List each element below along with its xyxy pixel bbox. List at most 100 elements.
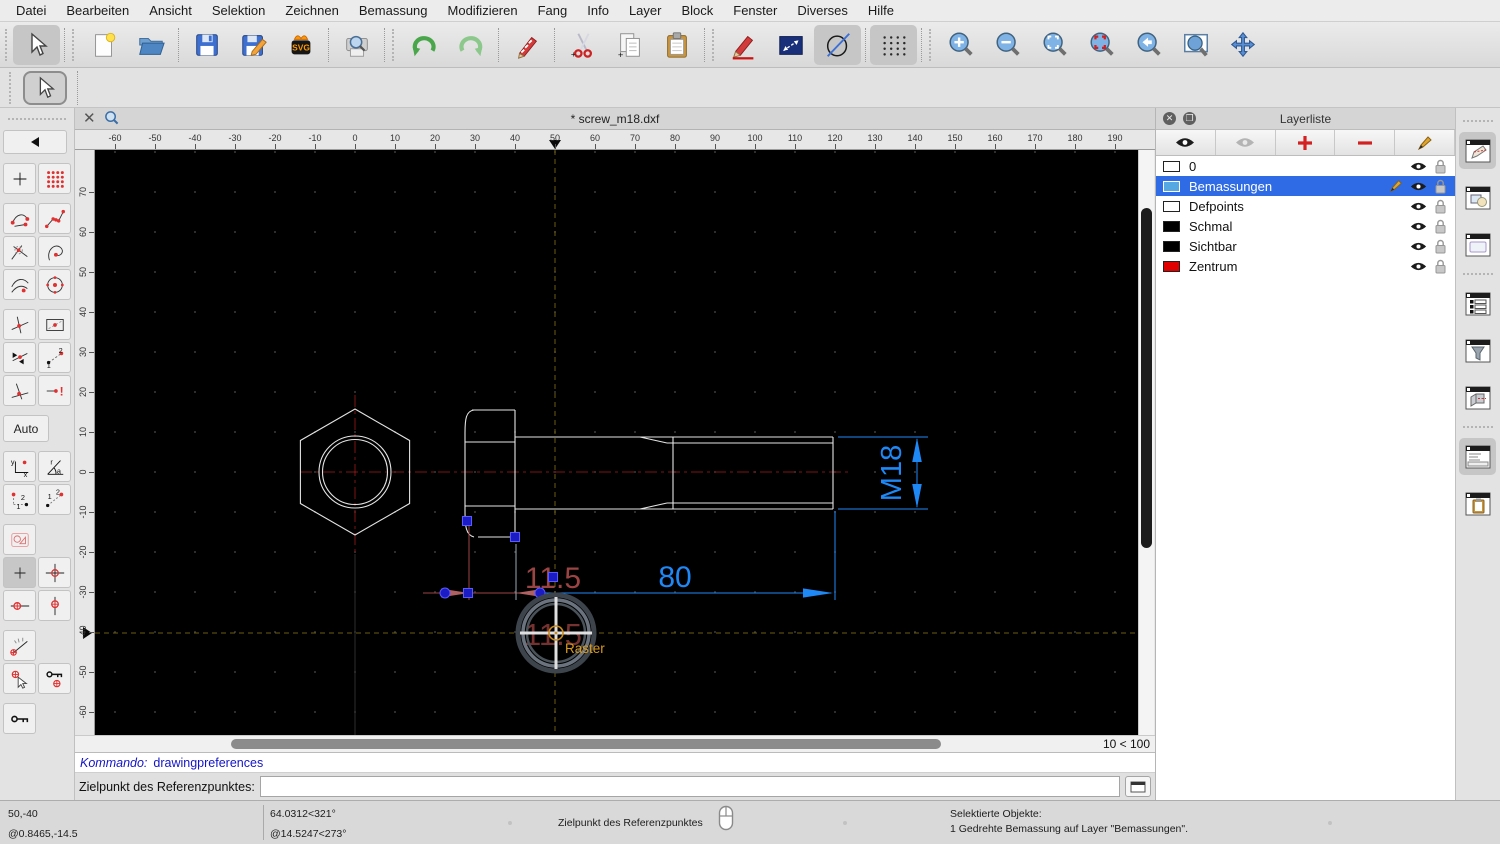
previous-view-button[interactable]: [1125, 25, 1172, 65]
cut-button[interactable]: +: [559, 25, 606, 65]
snap-grid-button[interactable]: [38, 163, 71, 194]
menu-datei[interactable]: Datei: [6, 3, 56, 18]
layer-visible-icon[interactable]: [1410, 261, 1427, 272]
restrict-off-button[interactable]: [3, 557, 36, 588]
close-document-icon[interactable]: ✕: [83, 111, 96, 126]
zoom-auto-button[interactable]: [1031, 25, 1078, 65]
restrict-vertical-button[interactable]: [38, 590, 71, 621]
zoom-selection-button[interactable]: [1078, 25, 1125, 65]
layer-edit-icon[interactable]: [1389, 179, 1403, 193]
command-options-button[interactable]: [1125, 776, 1151, 797]
layer-row-zentrum[interactable]: Zentrum: [1156, 256, 1455, 276]
toggle-selection-filter-button[interactable]: [1459, 332, 1496, 369]
layer-row-0[interactable]: 0: [1156, 156, 1455, 176]
snap-auto-button[interactable]: [3, 342, 36, 373]
float-panel-icon[interactable]: ❐: [1183, 112, 1196, 125]
dimension-tool-button[interactable]: [767, 25, 814, 65]
draft-mode-button[interactable]: [814, 24, 861, 65]
snap-free-button[interactable]: [3, 163, 36, 194]
layer-lock-toggle[interactable]: [1429, 199, 1451, 214]
drawing-canvas[interactable]: 80 M18 11.5 Raster: [95, 150, 1138, 735]
layer-visibility-toggle[interactable]: [1407, 201, 1429, 212]
draw-from-scratch-button[interactable]: [720, 25, 767, 65]
horizontal-scrollbar-thumb[interactable]: [231, 739, 941, 749]
layer-visibility-toggle[interactable]: [1407, 241, 1429, 252]
layer-visible-icon[interactable]: [1410, 201, 1427, 212]
layer-lock-icon[interactable]: [1434, 179, 1447, 194]
menu-fenster[interactable]: Fenster: [723, 3, 787, 18]
menu-bemassung[interactable]: Bemassung: [349, 3, 438, 18]
layer-visibility-toggle[interactable]: [1407, 181, 1429, 192]
redo-button[interactable]: [447, 25, 494, 65]
add-layer-button[interactable]: [1276, 130, 1336, 155]
close-panel-icon[interactable]: ✕: [1163, 112, 1176, 125]
snap-auto-mode-button[interactable]: Auto: [3, 415, 49, 442]
layer-visible-icon[interactable]: [1410, 221, 1427, 232]
remove-layer-button[interactable]: [1335, 130, 1396, 155]
restrict-horizontal-button[interactable]: [3, 590, 36, 621]
coordinate-polar-button[interactable]: ra: [38, 451, 71, 482]
save-as-button[interactable]: [230, 25, 277, 65]
edit-layer-button[interactable]: [1395, 130, 1455, 155]
layer-row-sichtbar[interactable]: Sichtbar: [1156, 236, 1455, 256]
layer-color-swatch[interactable]: [1163, 220, 1180, 232]
back-button[interactable]: [3, 130, 67, 154]
select-tool-button[interactable]: [13, 24, 60, 65]
new-document-button[interactable]: [80, 25, 127, 65]
menu-diverses[interactable]: Diverses: [787, 3, 858, 18]
layer-lock-toggle[interactable]: [1429, 219, 1451, 234]
toggle-library-browser-button[interactable]: [1459, 379, 1496, 416]
copy-button[interactable]: +: [606, 25, 653, 65]
vertical-scrollbar[interactable]: [1138, 150, 1154, 735]
layer-visible-icon[interactable]: [1410, 241, 1427, 252]
menu-zeichnen[interactable]: Zeichnen: [275, 3, 348, 18]
layer-row-defpoints[interactable]: Defpoints: [1156, 196, 1455, 216]
layer-edit-button[interactable]: [1385, 179, 1407, 193]
open-document-button[interactable]: [127, 25, 174, 65]
toggle-list-panel-button[interactable]: [1459, 285, 1496, 322]
layer-lock-icon[interactable]: [1434, 239, 1447, 254]
layer-visibility-toggle[interactable]: [1407, 261, 1429, 272]
coordinate-cartesian-button[interactable]: yx: [3, 451, 36, 482]
layer-color-swatch[interactable]: [1163, 240, 1180, 252]
print-preview-button[interactable]: [333, 25, 380, 65]
pan-button[interactable]: [1219, 25, 1266, 65]
delete-button[interactable]: [503, 25, 550, 65]
layer-color-swatch[interactable]: [1163, 260, 1180, 272]
zoom-window-button[interactable]: [1172, 25, 1219, 65]
relative-polar-button[interactable]: 12: [38, 484, 71, 515]
relative-cartesian-button[interactable]: 12: [3, 484, 36, 515]
snap-points-button[interactable]: [38, 203, 71, 234]
snap-on-entity-button[interactable]: [38, 236, 71, 267]
restrict-orthogonal-button[interactable]: [38, 557, 71, 588]
menu-info[interactable]: Info: [577, 3, 619, 18]
lock-relative-zero-button[interactable]: [38, 663, 71, 694]
snap-intersection-button[interactable]: [3, 236, 36, 267]
svg-export-button[interactable]: SVG: [277, 25, 324, 65]
set-relative-zero-button[interactable]: [3, 663, 36, 694]
menu-hilfe[interactable]: Hilfe: [858, 3, 904, 18]
toggle-command-line-button[interactable]: [1459, 438, 1496, 475]
menu-ansicht[interactable]: Ansicht: [139, 3, 202, 18]
layer-visibility-toggle[interactable]: [1407, 221, 1429, 232]
layer-lock-toggle[interactable]: [1429, 179, 1451, 194]
zoom-in-button[interactable]: [937, 25, 984, 65]
menu-bearbeiten[interactable]: Bearbeiten: [56, 3, 139, 18]
snap-endpoints-button[interactable]: [3, 203, 36, 234]
layer-visible-icon[interactable]: [1410, 181, 1427, 192]
command-input[interactable]: [259, 776, 1120, 797]
save-button[interactable]: [183, 25, 230, 65]
menu-selektion[interactable]: Selektion: [202, 3, 275, 18]
horizontal-scrollbar[interactable]: [75, 736, 1091, 752]
layer-lock-toggle[interactable]: [1429, 259, 1451, 274]
pointer-tool-toggle[interactable]: [23, 70, 67, 105]
hide-all-layers-button[interactable]: [1216, 130, 1276, 155]
layer-color-swatch[interactable]: [1163, 200, 1180, 212]
grid-toggle-button[interactable]: [870, 24, 917, 65]
snap-exclude-button[interactable]: !: [38, 375, 71, 406]
toggle-clipboard-panel-button[interactable]: [1459, 485, 1496, 522]
layer-visible-icon[interactable]: [1410, 161, 1427, 172]
undo-button[interactable]: [400, 25, 447, 65]
layer-lock-icon[interactable]: [1434, 199, 1447, 214]
restrict-angle-button[interactable]: [3, 630, 36, 661]
